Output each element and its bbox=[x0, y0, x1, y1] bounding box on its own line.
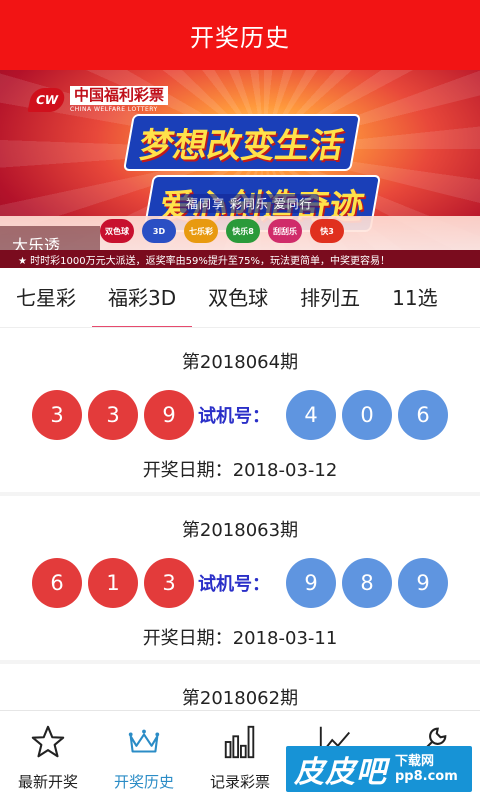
draw-date-value: 2018-03-11 bbox=[232, 628, 338, 649]
nav-label: 最新开奖 bbox=[17, 773, 78, 791]
logo-cn-text: 中国福利彩票 bbox=[70, 86, 169, 105]
draw-number-row: 6 1 3 试机号： 9 8 9 bbox=[32, 558, 454, 608]
nav-item-0[interactable]: 最新开奖 bbox=[0, 711, 96, 800]
welfare-logo-icon: CW bbox=[27, 87, 67, 112]
game-icon: 双色球 bbox=[100, 219, 134, 243]
banner-sub-slogan: 福同享 彩同乐 爱同行 bbox=[180, 194, 319, 213]
nav-item-1[interactable]: 开奖历史 bbox=[96, 711, 192, 800]
game-icon: 快3 bbox=[310, 219, 344, 243]
game-icon: 快乐8 bbox=[226, 219, 260, 243]
draw-history-list[interactable]: 第2018064期 3 3 9 试机号： 4 0 6 开奖日期：2018-03-12 第20180… bbox=[0, 328, 480, 710]
bar-chart-icon bbox=[221, 723, 259, 765]
banner-game-icons: 双色球 3D 七乐彩 快乐8 刮刮乐 快3 bbox=[100, 219, 344, 243]
nav-label: 开奖历史 bbox=[113, 773, 174, 791]
watermark-small-text-1: 下载网 bbox=[395, 754, 435, 769]
draw-card[interactable]: 第2018064期 3 3 9 试机号： 4 0 6 开奖日期：2018-03-12 bbox=[0, 328, 480, 492]
star-icon bbox=[29, 723, 67, 765]
draw-card[interactable]: 第2018062期 bbox=[0, 664, 480, 710]
draw-issue: 第2018063期 bbox=[181, 520, 299, 541]
draw-date: 开奖日期：2018-03-11 bbox=[0, 624, 480, 650]
trial-number-label: 试机号： bbox=[198, 574, 270, 595]
winning-number-ball: 3 bbox=[32, 390, 82, 440]
watermark-big-text: 皮皮吧 bbox=[294, 755, 387, 790]
trial-number-ball: 0 bbox=[342, 390, 392, 440]
draw-number-row: 3 3 9 试机号： 4 0 6 bbox=[32, 390, 454, 440]
tab-3[interactable]: 排列五 bbox=[284, 268, 376, 327]
winning-number-ball: 6 bbox=[32, 558, 82, 608]
draw-date-label: 开奖日期： bbox=[142, 460, 233, 481]
trial-number-label: 试机号： bbox=[198, 406, 270, 427]
watermark-small-text-2: pp8.com bbox=[395, 769, 458, 784]
draw-card[interactable]: 第2018063期 6 1 3 试机号： 9 8 9 开奖日期：2018-03-11 bbox=[0, 496, 480, 660]
winning-number-ball: 9 bbox=[144, 390, 194, 440]
tab-0[interactable]: 七星彩 bbox=[0, 268, 92, 327]
trial-number-ball: 4 bbox=[286, 390, 336, 440]
draw-date-value: 2018-03-12 bbox=[232, 460, 338, 481]
banner-slogan: 梦想改变生活 爱心创造奇迹 bbox=[82, 114, 402, 232]
page-title: 开奖历史 bbox=[190, 23, 290, 52]
nav-item-2[interactable]: 记录彩票 bbox=[192, 711, 288, 800]
winning-number-ball: 1 bbox=[88, 558, 138, 608]
draw-issue: 第2018064期 bbox=[181, 352, 299, 373]
winning-number-ball: 3 bbox=[88, 390, 138, 440]
watermark-logo: 皮皮吧 下载网 pp8.com bbox=[286, 746, 472, 792]
crown-icon bbox=[125, 723, 163, 765]
game-icon: 七乐彩 bbox=[184, 219, 218, 243]
game-icon: 3D bbox=[142, 219, 176, 243]
tab-2[interactable]: 双色球 bbox=[192, 268, 284, 327]
tab-1[interactable]: 福彩3D bbox=[92, 268, 193, 327]
app-header: 开奖历史 bbox=[0, 0, 480, 70]
winning-number-ball: 3 bbox=[144, 558, 194, 608]
trial-number-ball: 9 bbox=[398, 558, 448, 608]
lottery-type-tabs: 七星彩 福彩3D 双色球 排列五 11选 bbox=[0, 268, 480, 328]
slogan-line-1: 梦想改变生活 bbox=[122, 114, 362, 171]
trial-number-ball: 6 bbox=[398, 390, 448, 440]
nav-label: 记录彩票 bbox=[209, 773, 270, 791]
promo-banner[interactable]: CW 中国福利彩票 CHINA WELFARE LOTTERY 梦想改变生活 爱… bbox=[0, 70, 480, 268]
draw-date-label: 开奖日期： bbox=[142, 628, 233, 649]
draw-issue: 第2018062期 bbox=[181, 688, 299, 709]
game-icon: 刮刮乐 bbox=[268, 219, 302, 243]
welfare-lottery-logo: CW 中国福利彩票 CHINA WELFARE LOTTERY bbox=[27, 86, 169, 113]
trial-number-ball: 9 bbox=[286, 558, 336, 608]
tab-4[interactable]: 11选 bbox=[376, 268, 453, 327]
trial-number-ball: 8 bbox=[342, 558, 392, 608]
logo-en-text: CHINA WELFARE LOTTERY bbox=[70, 106, 158, 113]
banner-ticker: ★ 时时彩1000万元大派送，返奖率由59%提升至75%，玩法更简单，中奖更容易… bbox=[0, 250, 480, 268]
draw-date: 开奖日期：2018-03-12 bbox=[0, 456, 480, 482]
